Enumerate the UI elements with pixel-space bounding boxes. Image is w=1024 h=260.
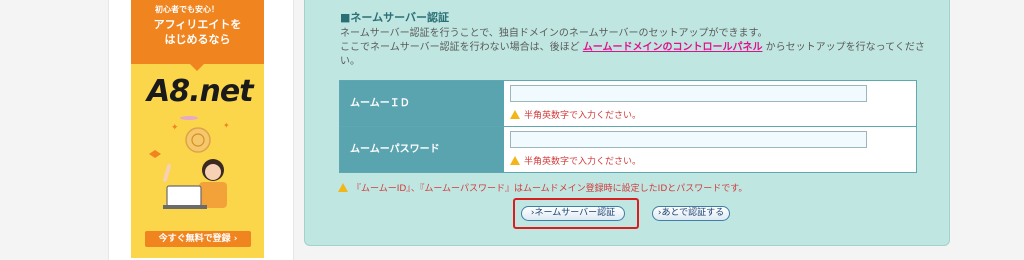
ad-notch [189,63,205,71]
ad-headline-2: はじめるなら [164,33,231,46]
password-hint: 半角英数字で入力ください。 [510,154,641,167]
control-panel-link[interactable]: ムームードメインのコントロールパネル [583,42,763,53]
a8-ad-banner[interactable]: 初心者でも安心！ アフィリエイトを はじめるなら A8.net ✦ ✦ 今すぐ無… [131,0,264,258]
credentials-note-text: 『ムームーID』、『ムームーパスワード』はムームドメイン登録時に設定したIDとパ… [352,184,748,194]
ad-register-button[interactable]: 今すぐ無料で登録 › [145,231,251,247]
id-hint-text: 半角英数字で入力ください。 [524,111,642,121]
form-row-password: ムームーパスワード 半角英数字で入力ください。 [340,127,916,172]
password-label: ムームーパスワード [340,127,504,172]
svg-text:✦: ✦ [223,121,230,130]
svg-text:✦: ✦ [171,123,179,133]
person-laptop-illustration-icon: ✦ ✦ [149,116,230,209]
muumuu-password-input[interactable] [510,131,867,148]
password-hint-text: 半角英数字で入力ください。 [524,157,642,167]
warning-icon [510,110,520,119]
ad-header: 初心者でも安心！ アフィリエイトを はじめるなら [131,0,264,64]
credentials-note: 『ムームーID』、『ムームーパスワード』はムームドメイン登録時に設定したIDとパ… [338,181,747,194]
ad-tag: 初心者でも安心！ [155,5,219,14]
a8-logo: A8.net [147,74,254,109]
desc-line-1: ネームサーバー認証を行うことで、独自ドメインのネームサーバーのセットアップができ… [340,28,768,39]
section-description: ネームサーバー認証を行うことで、独自ドメインのネームサーバーのセットアップができ… [340,27,936,69]
auth-button-label: ネームサーバー認証 [534,208,616,218]
auth-later-button[interactable]: ›あとで認証する [652,206,730,221]
credentials-form: ムームーＩＤ 半角英数字で入力ください。 ムームーパスワード 半角英数字で入力く… [339,80,917,173]
form-row-id: ムームーＩＤ 半角英数字で入力ください。 [340,81,916,127]
section-title: ■ネームサーバー認証 [340,11,449,24]
later-button-label: あとで認証する [661,208,725,218]
warning-icon [510,156,520,165]
ad-headline-1: アフィリエイトを [153,18,242,31]
id-hint: 半角英数字で入力ください。 [510,108,641,121]
desc-line-2-pre: ここでネームサーバー認証を行わない場合は、後ほど [340,42,583,53]
nameserver-auth-button[interactable]: ›ネームサーバー認証 [521,206,625,221]
desc-line-2: ここでネームサーバー認証を行わない場合は、後ほど ムームードメインのコントロール… [340,41,936,69]
muumuu-id-input[interactable] [510,85,867,102]
warning-icon [338,183,348,192]
id-label: ムームーＩＤ [340,81,504,126]
